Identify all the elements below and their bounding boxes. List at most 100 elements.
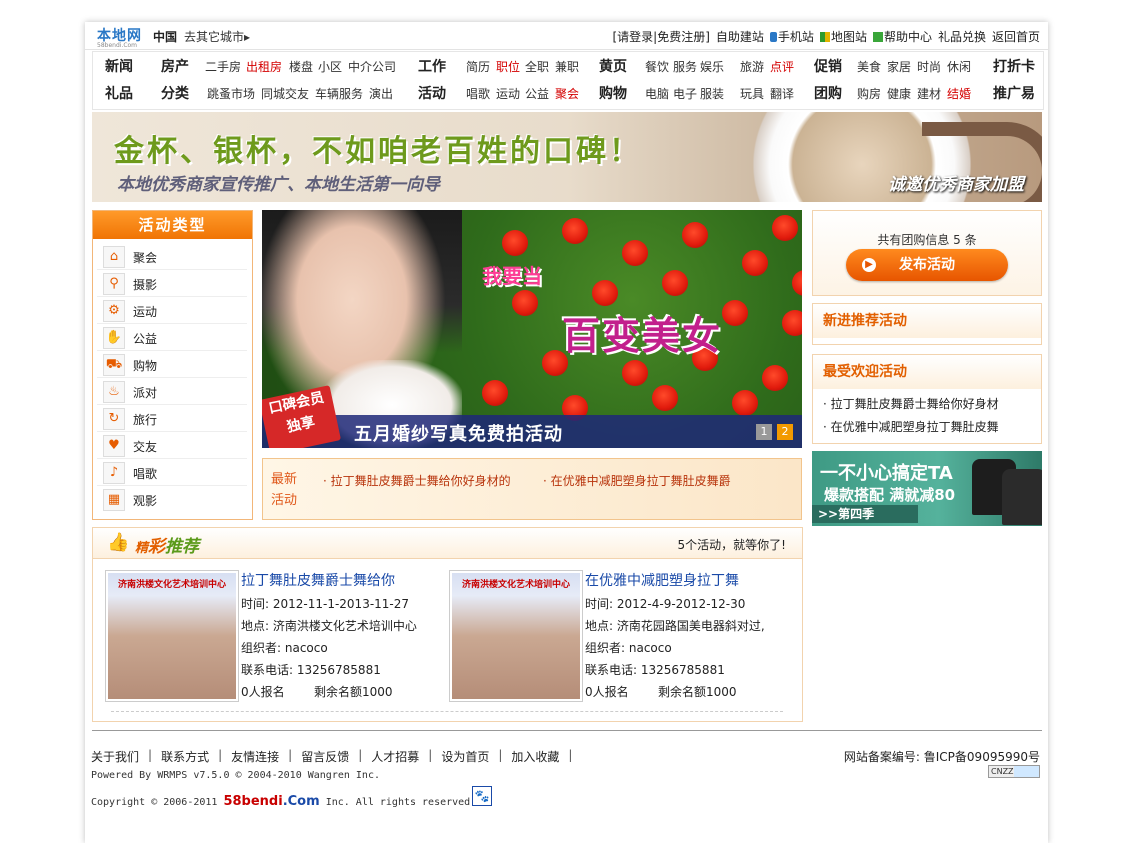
nav-link[interactable]: 兼职	[555, 58, 579, 75]
activity-thumbnail[interactable]: 济南洪楼文化艺术培训中心	[105, 570, 239, 702]
nav-link[interactable]: 聚会	[555, 85, 579, 102]
login-link[interactable]: [请登录	[612, 30, 653, 44]
sidebar-item[interactable]: ⛟ 购物	[97, 351, 247, 377]
nav-category-heading[interactable]: 新闻	[105, 56, 133, 76]
publish-activity-button[interactable]: ▶ 发布活动	[846, 249, 1008, 281]
activity-title[interactable]: 在优雅中减肥塑身拉丁舞	[585, 570, 739, 590]
sidebar-item[interactable]: ⌂ 聚会	[97, 243, 247, 269]
nav-link[interactable]: 中介公司	[348, 58, 396, 75]
help-center-link[interactable]: 帮助中心	[872, 28, 932, 45]
activity-thumbnail[interactable]: 济南洪楼文化艺术培训中心	[449, 570, 583, 702]
nav-link[interactable]: 小区	[318, 58, 342, 75]
nav-link[interactable]: 跳蚤市场	[207, 85, 255, 102]
slide-page-1[interactable]: 1	[756, 424, 772, 440]
nav-category-heading[interactable]: 房产	[161, 56, 189, 76]
nav-link[interactable]: 演出	[369, 85, 393, 102]
nav-link[interactable]: 电脑	[645, 85, 669, 102]
nav-link[interactable]: 购房	[857, 85, 881, 102]
brand-domain[interactable]: .Com	[283, 794, 320, 809]
sidebar-item[interactable]: ♪ 唱歌	[97, 459, 247, 485]
activity-title[interactable]: 拉丁舞肚皮舞爵士舞给你	[241, 570, 395, 590]
nav-category-heading[interactable]: 团购	[814, 83, 842, 103]
nav-link[interactable]: 出租房	[246, 58, 282, 75]
promo-banner[interactable]: 金杯、银杯，不如咱老百姓的口碑！ 本地优秀商家宣传推广、本地生活第一向导 诚邀优…	[92, 112, 1042, 202]
nav-link[interactable]: 玩具	[740, 85, 764, 102]
register-link[interactable]: |免费注册]	[653, 30, 710, 44]
sidebar-item[interactable]: ⚙ 运动	[97, 297, 247, 323]
featured-slideshow[interactable]: 我要当 百变美女 口碑会员 独享 五月婚纱写真免费拍活动 1 2	[262, 210, 802, 448]
footer-link[interactable]: 加入收藏	[511, 748, 559, 765]
nav-link[interactable]: 全职	[525, 58, 549, 75]
nav-link[interactable]: 点评	[770, 58, 794, 75]
gift-exchange-link[interactable]: 礼品兑换	[938, 28, 986, 45]
nav-link[interactable]: 餐饮	[645, 58, 669, 75]
nav-category-heading[interactable]: 工作	[418, 56, 446, 76]
sidebar-item[interactable]: ⚲ 摄影	[97, 270, 247, 296]
latest-label: 最新 活动	[271, 469, 301, 511]
self-build-link[interactable]: 自助建站	[716, 28, 764, 45]
sidebar-item[interactable]: ♨ 派对	[97, 378, 247, 404]
nav-link[interactable]: 美食	[857, 58, 881, 75]
nav-link[interactable]: 电子	[673, 85, 697, 102]
nav-category-heading[interactable]: 礼品	[105, 83, 133, 103]
latest-label-1: 最新	[271, 472, 298, 487]
nav-category-heading[interactable]: 促销	[814, 56, 842, 76]
footer-link[interactable]: 留言反馈	[301, 748, 349, 765]
home-link[interactable]: 返回首页	[992, 28, 1040, 45]
footer-link[interactable]: 人才招募	[371, 748, 419, 765]
map-site-link[interactable]: 地图站	[819, 28, 867, 45]
nav-link[interactable]: 娱乐	[700, 58, 724, 75]
paw-icon[interactable]: 🐾	[472, 786, 492, 806]
nav-link[interactable]: 结婚	[947, 85, 971, 102]
brand-name[interactable]: 58bendi	[223, 794, 282, 809]
nav-link[interactable]: 二手房	[205, 58, 241, 75]
tshirt-ad-banner[interactable]: 一不小心搞定TA 爆款搭配 满就减80 >>第四季	[812, 451, 1042, 526]
nav-category-heading[interactable]: 活动	[418, 83, 446, 103]
nav-category-heading[interactable]: 推广易	[993, 83, 1035, 103]
nav-category-heading[interactable]: 打折卡	[993, 56, 1035, 76]
nav-category-heading[interactable]: 黄页	[599, 56, 627, 76]
nav-link[interactable]: 楼盘	[289, 58, 313, 75]
latest-item[interactable]: · 拉丁舞肚皮舞爵士舞给你好身材的	[323, 472, 511, 489]
nav-link[interactable]: 简历	[466, 58, 490, 75]
slide-page-2[interactable]: 2	[777, 424, 793, 440]
nav-link[interactable]: 公益	[525, 85, 549, 102]
nav-link[interactable]: 服务	[673, 58, 697, 75]
nav-link[interactable]: 运动	[496, 85, 520, 102]
nav-link[interactable]: 服装	[700, 85, 724, 102]
other-city-link[interactable]: 去其它城市▸	[184, 28, 250, 45]
nav-link[interactable]: 翻译	[770, 85, 794, 102]
footer-link[interactable]: 联系方式	[161, 748, 209, 765]
divider	[111, 711, 783, 712]
nav-link[interactable]: 休闲	[947, 58, 971, 75]
nav-link[interactable]: 时尚	[917, 58, 941, 75]
sidebar-item[interactable]: ↻ 旅行	[97, 405, 247, 431]
cnzz-counter[interactable]: CNZZ	[988, 765, 1040, 778]
nav-category-heading[interactable]: 分类	[161, 83, 189, 103]
sidebar-item[interactable]: ♥ 交友	[97, 432, 247, 458]
popular-item[interactable]: · 拉丁舞肚皮舞爵士舞给你好身材	[823, 393, 1041, 416]
top-links: [请登录|免费注册] 自助建站 手机站 地图站 帮助中心 礼品兑换 返回首页	[612, 28, 1040, 45]
footer-link[interactable]: 友情连接	[231, 748, 279, 765]
nav-link[interactable]: 车辆服务	[315, 85, 363, 102]
nav-link[interactable]: 唱歌	[466, 85, 490, 102]
activity-remaining: 剩余名额1000	[314, 685, 393, 699]
activity-signed-count: 0人报名	[241, 685, 285, 699]
sidebar-item[interactable]: ✋ 公益	[97, 324, 247, 350]
flower-decoration	[622, 360, 648, 386]
mobile-site-link[interactable]: 手机站	[769, 28, 814, 45]
nav-link[interactable]: 建材	[917, 85, 941, 102]
footer-link[interactable]: 设为首页	[441, 748, 489, 765]
latest-item[interactable]: · 在优雅中减肥塑身拉丁舞肚皮舞爵	[543, 472, 731, 489]
nav-link[interactable]: 家居	[887, 58, 911, 75]
footer-link[interactable]: 关于我们	[91, 748, 139, 765]
nav-link[interactable]: 健康	[887, 85, 911, 102]
sidebar-item[interactable]: ▦ 观影	[97, 486, 247, 512]
nav-link[interactable]: 职位	[496, 58, 520, 75]
nav-link[interactable]: 旅游	[740, 58, 764, 75]
popular-item[interactable]: · 在优雅中减肥塑身拉丁舞肚皮舞	[823, 416, 1041, 439]
nav-link[interactable]: 同城交友	[261, 85, 309, 102]
site-logo[interactable]: 本地网 58bendi.Com	[97, 25, 147, 49]
nav-category-heading[interactable]: 购物	[599, 83, 627, 103]
powered-by: Powered By WRMPS v7.5.0 © 2004-2010 Wang…	[91, 770, 380, 781]
